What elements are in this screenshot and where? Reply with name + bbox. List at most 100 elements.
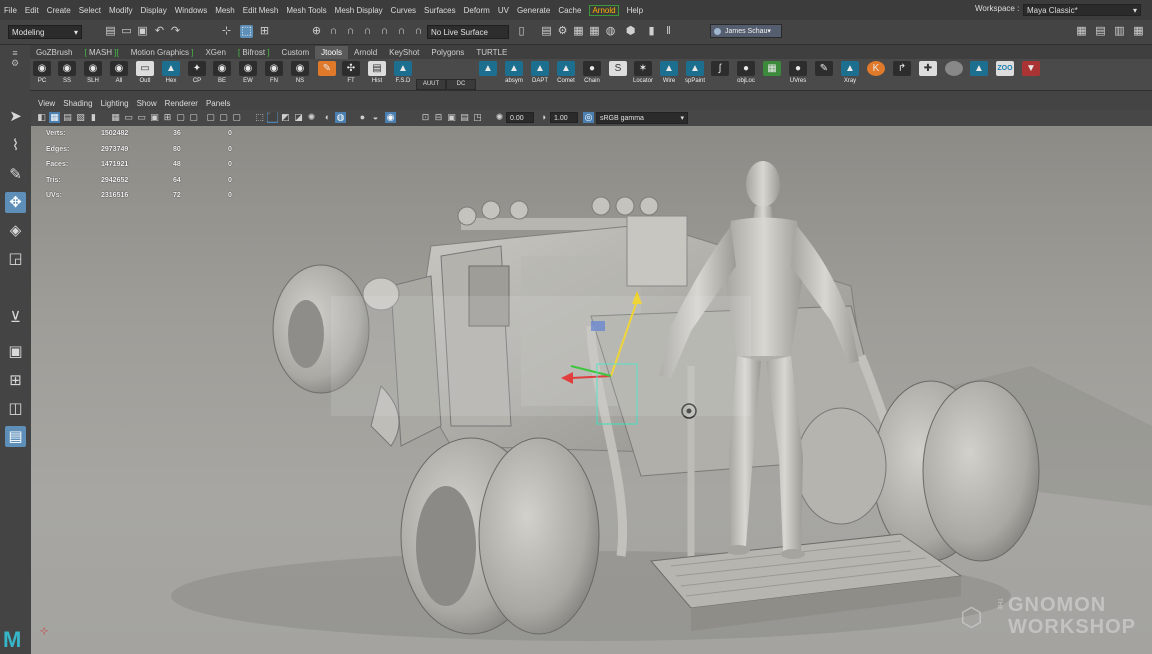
shadows-icon[interactable]: ◐ (322, 112, 333, 123)
menu-file[interactable]: File (4, 6, 17, 15)
tab-gozbrush[interactable]: GoZBrush (30, 46, 78, 59)
safe-action-icon[interactable]: ▢ (175, 112, 186, 123)
menu-generate[interactable]: Generate (517, 6, 550, 15)
outliner-layout-icon[interactable]: ▤ (5, 426, 26, 447)
field-chart-icon[interactable]: ⊞ (162, 112, 173, 123)
shelf-button-locator[interactable]: ✶ Locator (632, 61, 654, 87)
snap-view-icon[interactable]: ∩ (361, 25, 374, 38)
shelf-button-paint-tool[interactable]: ✎ (813, 61, 835, 87)
shelf-button-wire[interactable]: ▲ Wire (658, 61, 680, 87)
menu-display[interactable]: Display (141, 6, 167, 15)
exposure-field[interactable]: 0.00 (506, 112, 534, 123)
shelf-button-ns[interactable]: ◉ NS (289, 61, 311, 87)
menu-set-select[interactable]: Modeling ▾ (8, 25, 82, 39)
hypershade-icon[interactable]: ◍ (604, 25, 617, 38)
shelf-button-objloc[interactable]: ● objLoc (735, 61, 757, 87)
shelf-button-outl[interactable]: ▭ Outl (134, 61, 156, 87)
shelf-button-xray[interactable]: ▲ Xray (839, 61, 861, 87)
shelf-button-checker[interactable]: ▦ (761, 61, 783, 87)
shelf-button-slh[interactable]: ◉ SLH (82, 61, 104, 87)
channel-box-icon[interactable]: ▦ (1132, 25, 1145, 38)
shelf-button-pc[interactable]: ◉ PC (31, 61, 53, 87)
live-surface-field[interactable]: No Live Surface (427, 25, 509, 39)
menu-edit-mesh[interactable]: Edit Mesh (243, 6, 279, 15)
tool-settings-icon[interactable]: ▥ (1113, 25, 1126, 38)
viewport-menu-show[interactable]: Show (137, 97, 157, 110)
viewport-menu-panels[interactable]: Panels (206, 97, 230, 110)
safe-title-icon[interactable]: ▢ (188, 112, 199, 123)
gate-mask-icon[interactable]: ▣ (149, 112, 160, 123)
hud-icon[interactable]: ◳ (472, 112, 483, 123)
shelf-button-ss[interactable]: ◉ SS (56, 61, 78, 87)
viewport-3d[interactable] (31, 126, 1152, 654)
modeling-toolkit-icon[interactable]: ▦ (1075, 25, 1088, 38)
shelf-button-all[interactable]: ◉ All (108, 61, 130, 87)
ipr-render-icon[interactable]: ▦ (572, 25, 585, 38)
tab-polygons[interactable]: Polygons (425, 46, 470, 59)
snap-live-icon[interactable]: ∩ (395, 25, 408, 38)
shelf-button-absym[interactable]: ▲ absym (503, 61, 525, 87)
gamma-icon[interactable]: ◑ (538, 112, 549, 123)
shelf-button-dapt[interactable]: ▲ DAPT (529, 61, 551, 87)
render-frame-icon[interactable]: ▤ (540, 25, 553, 38)
save-scene-icon[interactable]: ▣ (136, 25, 149, 38)
four-view-icon[interactable]: ⊞ (5, 370, 26, 391)
menu-select[interactable]: Select (79, 6, 101, 15)
new-scene-icon[interactable]: ▤ (104, 25, 117, 38)
last-tool-icon[interactable]: ⊻ (5, 307, 26, 328)
smooth-shade-icon[interactable]: ▢ (218, 112, 229, 123)
resolution-gate-icon[interactable]: ▭ (136, 112, 147, 123)
scale-tool-icon[interactable]: ◲ (5, 248, 26, 269)
input-output-icon[interactable]: ▯ (515, 25, 528, 38)
shelf-button-curve[interactable]: ∫ (709, 61, 731, 87)
select-object-icon[interactable]: ⬚ (240, 25, 253, 38)
menu-arnold[interactable]: Arnold (589, 4, 619, 16)
select-component-icon[interactable]: ⊞ (258, 25, 271, 38)
film-gate-icon[interactable]: ▭ (123, 112, 134, 123)
camera-select-icon[interactable]: ◧ (36, 112, 47, 123)
image-plane-icon[interactable]: ▧ (75, 112, 86, 123)
cube-shaded-icon[interactable]: ⬛ (267, 112, 278, 123)
move-tool-icon[interactable]: ✥ (5, 192, 26, 213)
shelf-button-grid[interactable]: ✚ (917, 61, 939, 87)
ambient-occlusion-icon[interactable]: ◍ (335, 112, 346, 123)
shelf-button-comet[interactable]: ▲ Comet (555, 61, 577, 87)
tab-jtools[interactable]: Jtools (315, 46, 349, 59)
tab-xgen[interactable]: XGen (199, 46, 231, 59)
viewport-menu-renderer[interactable]: Renderer (165, 97, 198, 110)
shelf-button-dc[interactable]: DC (446, 79, 476, 90)
snap-surface-icon[interactable]: ∩ (378, 25, 391, 38)
tab-keyshot[interactable]: KeyShot (383, 46, 425, 59)
menu-create[interactable]: Create (47, 6, 71, 15)
shelf-button-zoom[interactable]: ZOO (994, 61, 1016, 87)
viewport-menu-shading[interactable]: Shading (63, 97, 92, 110)
arnold-ipr-icon[interactable]: ▮ (645, 25, 658, 38)
snap-grid-icon[interactable]: ⊕ (310, 25, 323, 38)
shelf-button-chain[interactable]: ● Chain (581, 61, 603, 87)
wireframe-on-shaded-icon[interactable]: ◩ (280, 112, 291, 123)
exposure-icon[interactable]: ✺ (494, 112, 505, 123)
isolate-select-icon[interactable]: ◉ (385, 112, 396, 123)
pause-ipr-icon[interactable]: ‖ (662, 25, 675, 38)
backface-icon[interactable]: ▤ (459, 112, 470, 123)
camera-attributes-icon[interactable]: ▦ (49, 112, 60, 123)
gamma-field[interactable]: 1.00 (550, 112, 578, 123)
redo-icon[interactable]: ↷ (169, 25, 182, 38)
textured-icon[interactable]: ▢ (231, 112, 242, 123)
menu-deform[interactable]: Deform (464, 6, 490, 15)
color-management-icon[interactable]: ◎ (583, 112, 594, 123)
xray-icon[interactable]: ⊡ (420, 112, 431, 123)
motion-blur-icon[interactable]: ● (357, 112, 368, 123)
paint-select-tool-icon[interactable]: ✎ (5, 164, 26, 185)
viewport-menu-view[interactable]: View (38, 97, 55, 110)
shelf-button-cp[interactable]: ✦ CP (186, 61, 208, 87)
viewport-menu-lighting[interactable]: Lighting (101, 97, 129, 110)
select-tool-icon[interactable]: ➤ (5, 106, 26, 127)
rotate-tool-icon[interactable]: ◈ (5, 220, 26, 241)
shelf-button-k[interactable]: K (865, 61, 887, 87)
lasso-tool-icon[interactable]: ⌇ (5, 135, 26, 156)
grid-icon[interactable]: ▦ (110, 112, 121, 123)
single-view-icon[interactable]: ▣ (5, 341, 26, 362)
cube-wire-icon[interactable]: ⬚ (254, 112, 265, 123)
antialias-icon[interactable]: ◒ (370, 112, 381, 123)
